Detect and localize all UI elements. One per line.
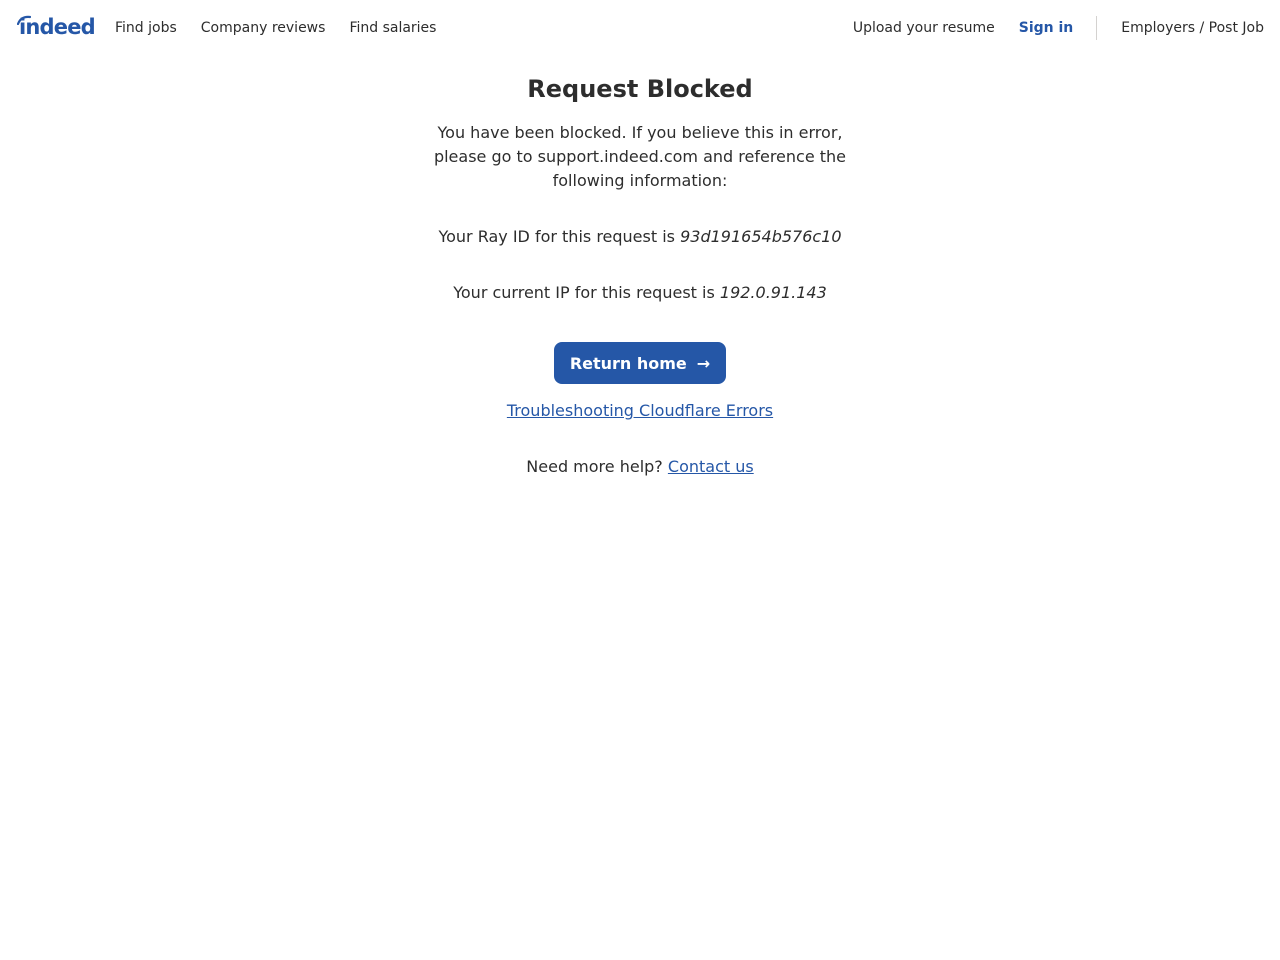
contact-us-link[interactable]: Contact us [668, 457, 754, 476]
troubleshooting-link[interactable]: Troubleshooting Cloudflare Errors [507, 401, 773, 420]
employers-post-job-link[interactable]: Employers / Post Job [1121, 20, 1264, 36]
page-title: Request Blocked [527, 75, 753, 103]
return-home-wrapper: Return home → [0, 342, 1280, 384]
blocked-description: You have been blocked. If you believe th… [433, 123, 847, 190]
blocked-content: Request Blocked You have been blocked. I… [0, 74, 1280, 479]
ray-id-line: Your Ray ID for this request is 93d19165… [0, 225, 1280, 249]
arrow-right-icon: → [696, 353, 711, 373]
top-navigation: indeed Find jobs Company reviews Find sa… [0, 0, 1280, 56]
secondary-nav: Upload your resume Sign in Employers / P… [853, 0, 1264, 56]
nav-find-jobs[interactable]: Find jobs [115, 20, 177, 36]
nav-find-salaries[interactable]: Find salaries [349, 20, 436, 36]
sign-in-link[interactable]: Sign in [1019, 20, 1074, 36]
help-line: Need more help? Contact us [0, 455, 1280, 479]
nav-company-reviews[interactable]: Company reviews [201, 20, 326, 36]
ray-id-value: 93d191654b576c10 [680, 227, 842, 246]
help-prefix: Need more help? [526, 457, 663, 476]
nav-divider [1096, 16, 1098, 40]
ray-id-prefix: Your Ray ID for this request is [438, 227, 675, 246]
logo-text: indeed [19, 15, 96, 39]
return-home-button[interactable]: Return home → [553, 342, 727, 384]
primary-nav: Find jobs Company reviews Find salaries [115, 0, 460, 56]
troubleshooting-wrapper: Troubleshooting Cloudflare Errors [0, 399, 1280, 423]
ip-prefix: Your current IP for this request is [453, 283, 715, 302]
upload-resume-link[interactable]: Upload your resume [853, 20, 995, 36]
return-home-label: Return home [569, 353, 687, 373]
ip-line: Your current IP for this request is 192.… [0, 281, 1280, 305]
ip-value: 192.0.91.143 [719, 283, 827, 302]
